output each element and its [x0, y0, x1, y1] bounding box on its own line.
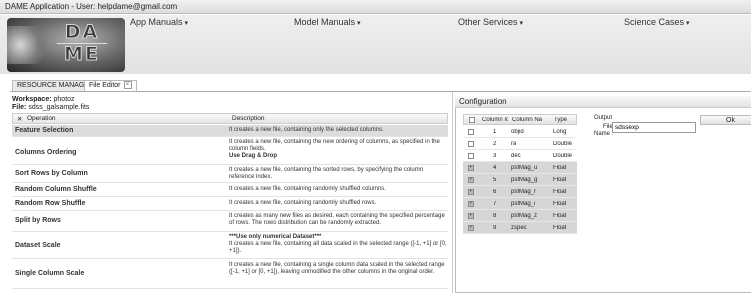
column-checkbox[interactable]: [468, 189, 474, 195]
column-name: psfMag_u: [511, 165, 538, 171]
column-name: dec: [511, 153, 521, 159]
operation-row[interactable]: Single Column Scale It creates a new fil…: [12, 259, 448, 289]
workspace-info: Workspace: photoz: [12, 96, 75, 103]
column-row[interactable]: 4 psfMag_u Float: [463, 162, 577, 174]
operation-column-header[interactable]: Operation: [27, 115, 56, 122]
ok-button[interactable]: Ok: [700, 115, 751, 125]
column-name: ra: [511, 141, 517, 147]
column-checkbox[interactable]: [468, 177, 474, 183]
operation-row[interactable]: Split by Rows It creates as many new fil…: [12, 211, 448, 232]
column-name-header[interactable]: Column Na: [512, 117, 546, 123]
column-checkbox[interactable]: [468, 225, 474, 231]
column-name: objid: [511, 129, 524, 135]
window-title-bar: DAME Application - User: helpdame@gmail.…: [0, 0, 751, 14]
column-index: 9: [493, 225, 497, 231]
chevron-down-icon: ▾: [357, 20, 361, 27]
output-label: Output: [594, 115, 613, 121]
column-type: Float: [553, 165, 567, 171]
column-row[interactable]: 8 psfMag_z Float: [463, 210, 577, 222]
close-icon[interactable]: ×: [123, 81, 132, 90]
file-info: File: sdss_galsample.fits: [12, 104, 90, 111]
column-index: 7: [493, 201, 497, 207]
column-index: 3: [493, 153, 497, 159]
chevron-down-icon: ▾: [686, 20, 690, 27]
menu-science-cases[interactable]: Science Cases ▾: [624, 17, 690, 27]
column-row[interactable]: 2 ra Double: [463, 138, 577, 150]
column-row[interactable]: 5 psfMag_g Float: [463, 174, 577, 186]
column-checkbox[interactable]: [468, 201, 474, 207]
column-index: 4: [493, 165, 497, 171]
column-name: psfMag_i: [511, 201, 536, 207]
select-all-checkbox[interactable]: [469, 117, 475, 123]
operations-header: ✕ Operation Description: [12, 113, 448, 124]
column-row[interactable]: 9 zspec Float: [463, 222, 577, 234]
column-row[interactable]: 3 dec Double: [463, 150, 577, 162]
column-type: Double: [553, 153, 573, 159]
column-type: Double: [553, 141, 573, 147]
panel-splitter[interactable]: [452, 92, 453, 293]
operation-row[interactable]: Random Row Shuffle It creates a new file…: [12, 197, 448, 211]
column-row[interactable]: 7 psfMag_i Float: [463, 198, 577, 210]
menu-model-manuals[interactable]: Model Manuals ▾: [294, 17, 361, 27]
operation-row[interactable]: Random Column Shuffle It creates a new f…: [12, 183, 448, 197]
column-name: psfMag_g: [511, 177, 538, 183]
chevron-down-icon: ▾: [519, 20, 524, 27]
column-index: 8: [493, 213, 497, 219]
column-name: zspec: [511, 225, 527, 231]
operation-row[interactable]: Columns Ordering It creates a new file, …: [12, 137, 448, 165]
column-type: Long: [553, 129, 567, 135]
column-table-header: Column Ic Column Na Type: [463, 114, 577, 125]
operation-row[interactable]: Sort Rows by Column It creates a new fil…: [12, 165, 448, 183]
column-index: 2: [493, 141, 497, 147]
column-row[interactable]: 6 psfMag_r Float: [463, 186, 577, 198]
column-checkbox[interactable]: [468, 213, 474, 219]
operation-row[interactable]: Dataset Scale ***Use only numerical Data…: [12, 232, 448, 259]
column-type: Float: [553, 189, 567, 195]
menu-app-manuals[interactable]: App Manuals ▾: [130, 17, 188, 27]
description-column-header[interactable]: Description: [232, 115, 265, 122]
column-checkbox[interactable]: [468, 141, 474, 147]
column-index: 1: [493, 129, 497, 135]
column-checkbox[interactable]: [468, 129, 474, 135]
configuration-title: Configuration: [455, 96, 751, 108]
column-index-header[interactable]: Column Ic: [482, 117, 508, 123]
tab-file-editor[interactable]: File Editor ×: [84, 80, 137, 91]
file-name-label-cont: Name :: [594, 131, 614, 137]
column-type: Float: [553, 177, 567, 183]
column-type: Float: [553, 213, 567, 219]
file-name-input[interactable]: [612, 122, 696, 133]
dame-logo: DA ME: [7, 18, 125, 72]
column-index: 5: [493, 177, 497, 183]
column-checkbox[interactable]: [468, 165, 474, 171]
column-row[interactable]: 1 objid Long: [463, 126, 577, 138]
column-checkbox[interactable]: [468, 153, 474, 159]
tab-divider: [10, 91, 751, 92]
menu-other-services[interactable]: Other Services ▾: [458, 17, 523, 27]
column-type: Float: [553, 225, 567, 231]
column-type-header[interactable]: Type: [554, 117, 567, 123]
chevron-down-icon: ▾: [184, 20, 189, 27]
operation-row[interactable]: Feature Selection It creates a new file,…: [12, 125, 448, 137]
column-name: psfMag_z: [511, 213, 538, 219]
window-title: DAME Application - User: helpdame@gmail.…: [5, 2, 178, 11]
column-name: psfMag_r: [511, 189, 537, 195]
operation-icon: ✕: [17, 116, 23, 123]
column-index: 6: [493, 189, 497, 195]
column-type: Float: [553, 201, 567, 207]
